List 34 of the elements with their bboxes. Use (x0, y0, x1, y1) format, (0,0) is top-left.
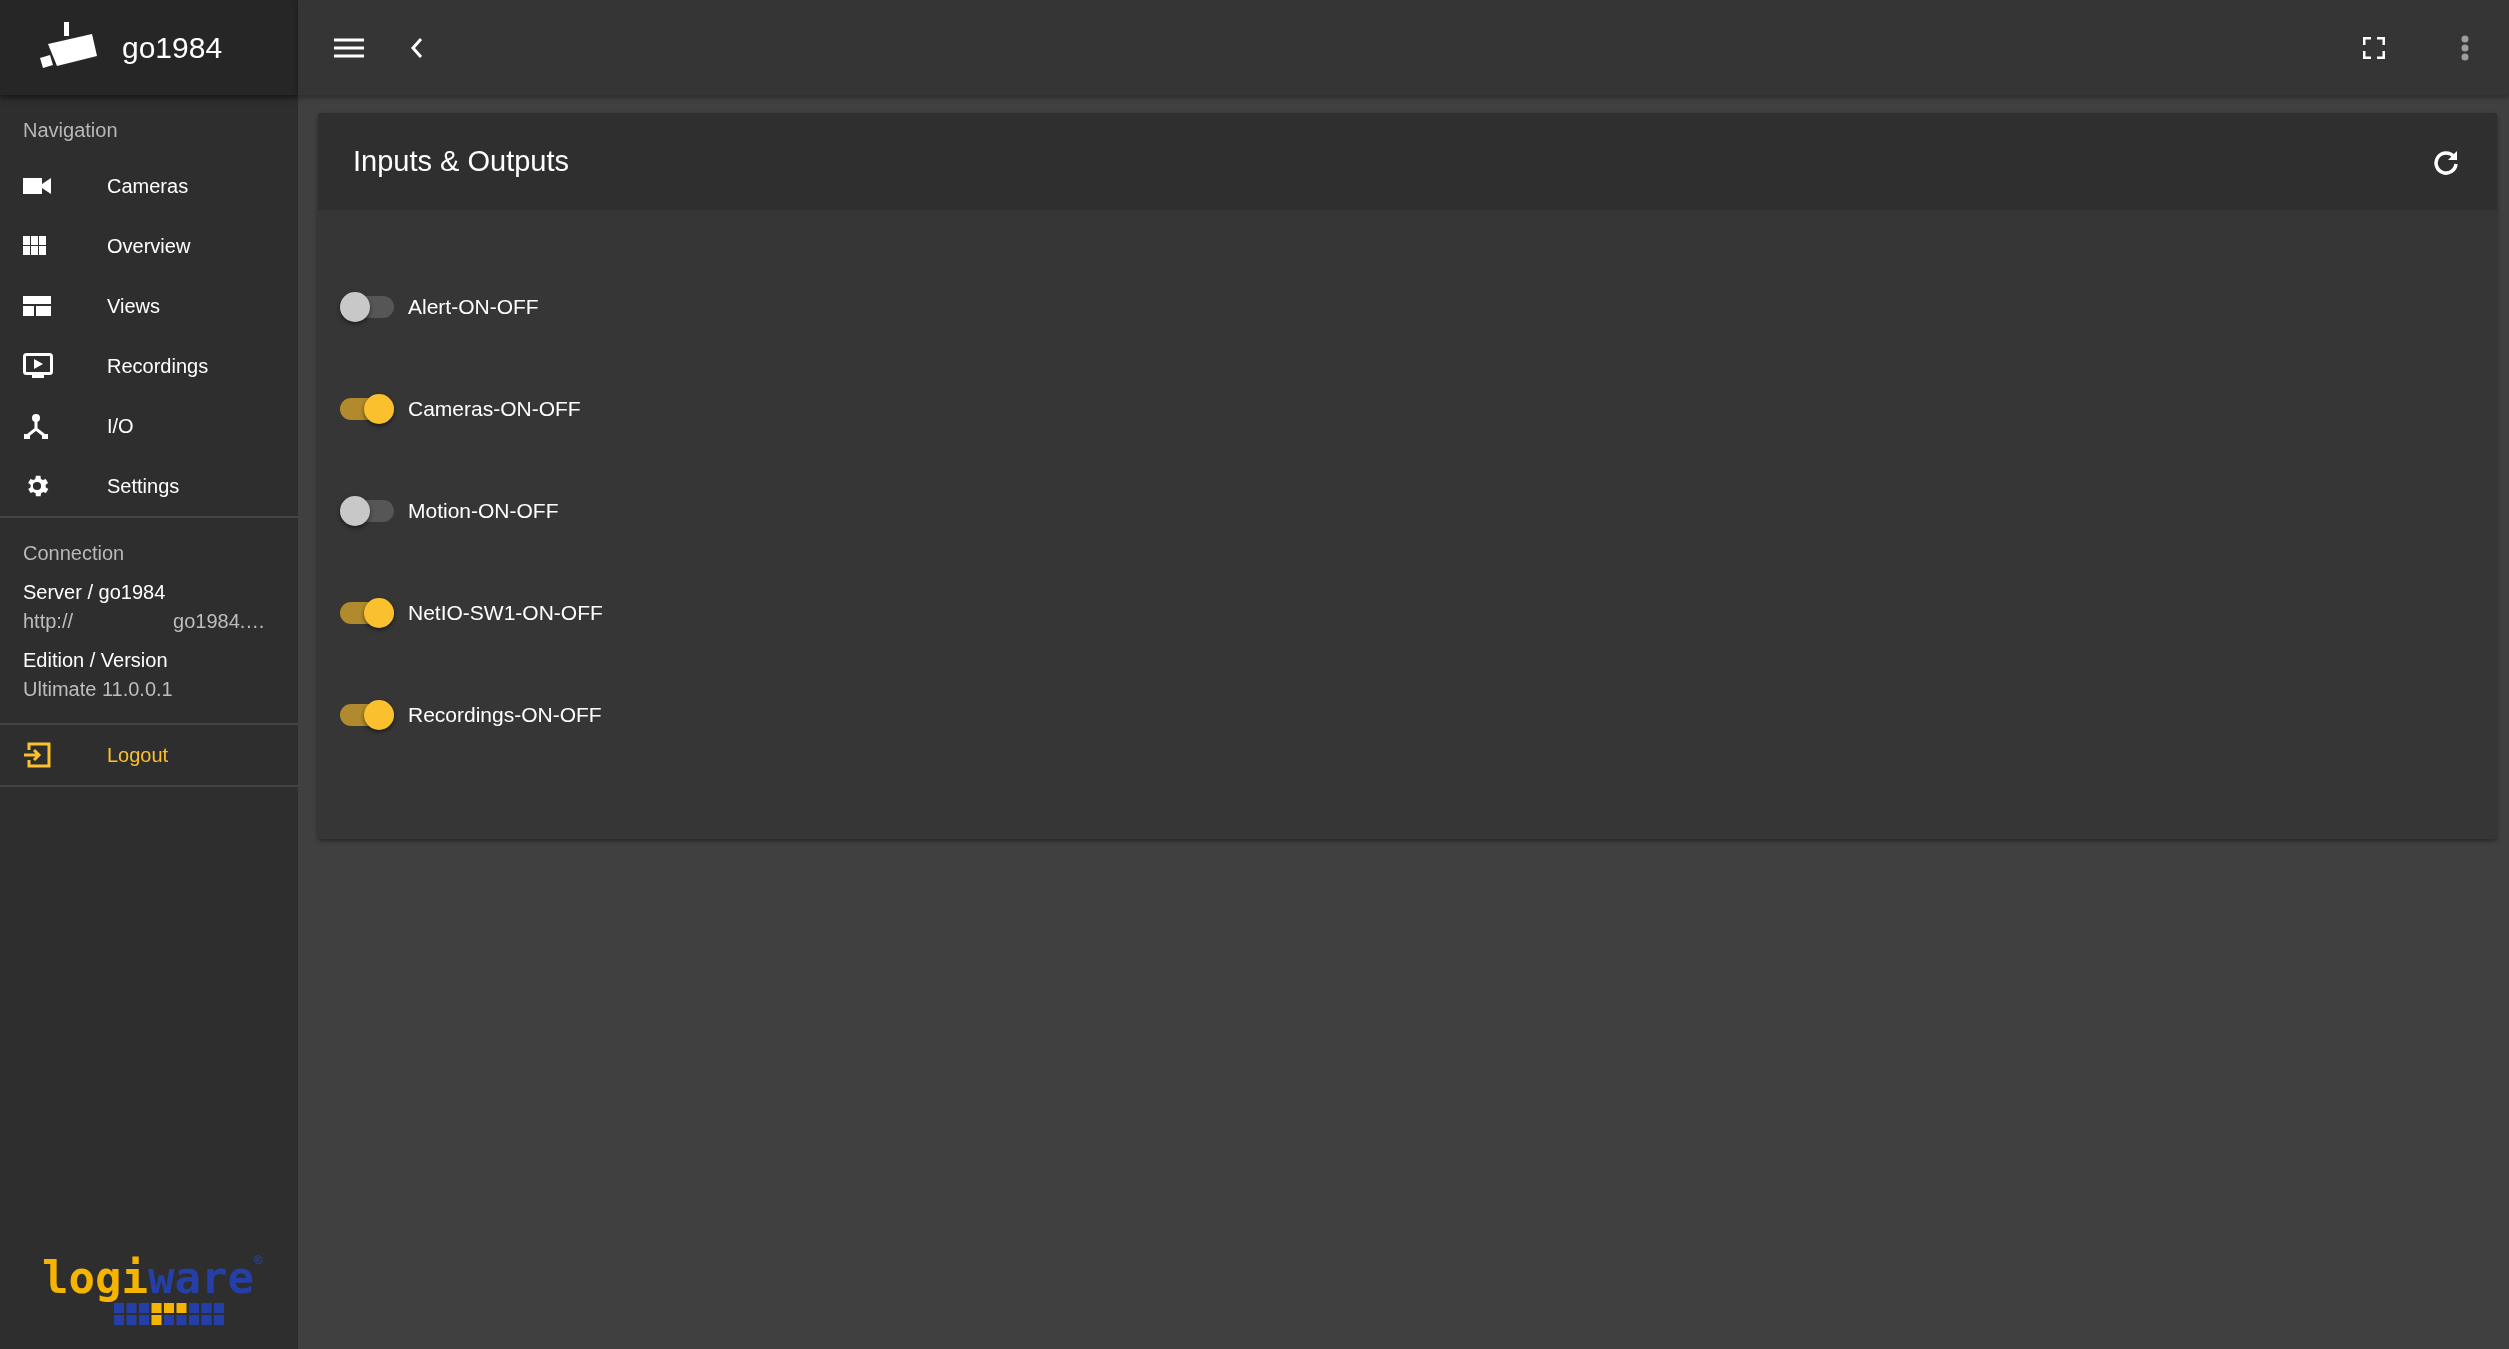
back-button[interactable] (410, 36, 424, 59)
section-heading: Connection (22, 541, 126, 566)
refresh-button[interactable] (2433, 148, 2459, 175)
nav-item[interactable]: Settings (0, 456, 298, 516)
nav-item[interactable]: Views (0, 276, 298, 336)
switch-label: NetIO-SW1-ON-OFF (408, 601, 603, 625)
edition-label: Edition / Version (22, 649, 169, 672)
network-icon (23, 413, 49, 439)
more-button[interactable] (2461, 34, 2469, 61)
edition-value: Ultimate 11.0.0.1 (23, 678, 173, 701)
logout-item[interactable]: Logout (0, 725, 298, 785)
logo-blocks-icon (114, 1303, 226, 1327)
app-title: go1984 (122, 30, 223, 65)
nav-item[interactable]: I/O (0, 396, 298, 456)
fullscreen-button[interactable] (2363, 36, 2385, 59)
server-url: go1984.… (173, 610, 266, 633)
switch-label: Alert-ON-OFF (408, 295, 539, 319)
menu-button[interactable] (334, 37, 364, 58)
nav-item[interactable]: Overview (0, 216, 298, 276)
card-title: Inputs & Outputs (353, 145, 570, 178)
section-heading: Navigation (22, 118, 119, 143)
server-label: Server / go1984 (22, 581, 167, 604)
switch-label: Recordings-ON-OFF (408, 703, 602, 727)
nav-item[interactable]: Cameras (0, 156, 298, 216)
grid-icon (23, 236, 47, 256)
server-url: http:// (23, 610, 74, 633)
layout-icon (23, 296, 51, 316)
video-camera-icon (23, 177, 51, 195)
logout-icon (23, 742, 51, 768)
switch-label: Motion-ON-OFF (408, 499, 559, 523)
nav-item[interactable]: Recordings (0, 336, 298, 396)
play-screen-icon (23, 353, 53, 379)
switch-label: Cameras-ON-OFF (408, 397, 581, 421)
logo: logiware® (42, 1252, 264, 1303)
